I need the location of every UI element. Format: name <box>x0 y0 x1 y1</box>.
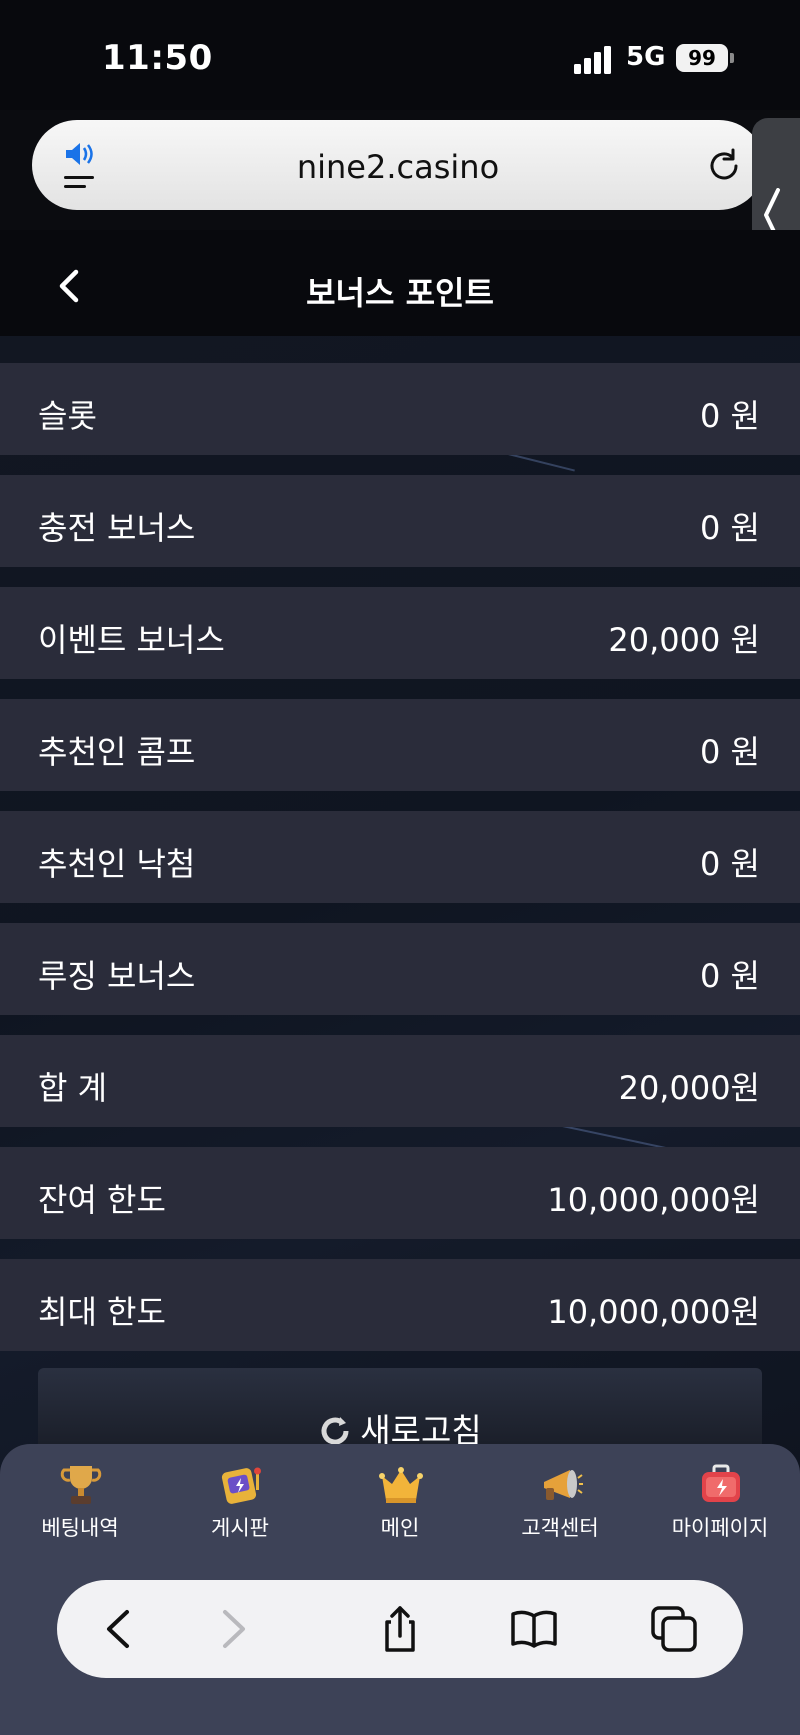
row-label: 잔여 한도 <box>38 1181 166 1219</box>
nav-customer-center[interactable]: 고객센터 <box>480 1444 640 1554</box>
nav-label: 메인 <box>380 1516 420 1540</box>
bonus-row-event: 이벤트 보너스 20,000 원 <box>0 587 800 679</box>
row-value: 0 원 <box>700 509 760 547</box>
bottom-navigation: 베팅내역 게시판 메인 고객센터 마이페이지 <box>0 1444 800 1735</box>
nav-label: 베팅내역 <box>41 1516 119 1540</box>
bonus-row-referral-comp: 추천인 콤프 0 원 <box>0 699 800 791</box>
bonus-row-losing: 루징 보너스 0 원 <box>0 923 800 1015</box>
row-value: 20,000원 <box>618 1069 760 1107</box>
nav-label: 게시판 <box>211 1516 269 1540</box>
browser-forward-icon[interactable] <box>207 1604 257 1654</box>
row-label: 추천인 콤프 <box>38 733 196 771</box>
url-text: nine2.casino <box>296 148 500 186</box>
network-type: 5G <box>626 42 666 72</box>
address-bar[interactable]: nine2.casino <box>32 120 764 210</box>
page-title: 보너스 포인트 <box>306 274 494 312</box>
tabs-icon[interactable] <box>649 1604 699 1654</box>
row-label: 합 계 <box>38 1069 108 1107</box>
bonus-row-total: 합 계 20,000원 <box>0 1035 800 1127</box>
bonus-row-referral-loss: 추천인 낙첨 0 원 <box>0 811 800 903</box>
reload-icon[interactable] <box>704 146 744 186</box>
browser-toolbar <box>57 1580 743 1678</box>
nav-label: 마이페이지 <box>671 1516 769 1540</box>
status-bar: 11:50 5G 99 <box>0 0 800 110</box>
bonus-row-max-limit: 최대 한도 10,000,000원 <box>0 1259 800 1351</box>
row-label: 슬롯 <box>38 397 97 435</box>
megaphone-icon <box>544 1470 583 1500</box>
row-value: 10,000,000원 <box>547 1293 760 1331</box>
browser-back-icon[interactable] <box>95 1604 145 1654</box>
nav-my-page[interactable]: 마이페이지 <box>640 1444 800 1554</box>
slot-machine-icon <box>221 1467 261 1504</box>
bonus-list: 슬롯 0 원 충전 보너스 0 원 이벤트 보너스 20,000 원 추천인 콤… <box>0 363 800 1371</box>
row-label: 최대 한도 <box>38 1293 166 1331</box>
trophy-icon <box>60 1466 102 1504</box>
bookmarks-icon[interactable] <box>509 1604 559 1654</box>
cellular-signal-icon <box>574 46 611 74</box>
bonus-row-remaining-limit: 잔여 한도 10,000,000원 <box>0 1147 800 1239</box>
nav-label: 고객센터 <box>521 1516 599 1540</box>
bonus-row-slot: 슬롯 0 원 <box>0 363 800 455</box>
refresh-icon <box>321 1417 349 1445</box>
row-value: 10,000,000원 <box>547 1181 760 1219</box>
crown-icon <box>379 1467 423 1503</box>
row-value: 20,000 원 <box>608 621 760 659</box>
battery-nub <box>730 53 734 63</box>
row-value: 0 원 <box>700 957 760 995</box>
nav-board[interactable]: 게시판 <box>160 1444 320 1554</box>
row-value: 0 원 <box>700 733 760 771</box>
row-label: 충전 보너스 <box>38 509 196 547</box>
row-label: 루징 보너스 <box>38 957 196 995</box>
row-value: 0 원 <box>700 845 760 883</box>
nav-betting-history[interactable]: 베팅내역 <box>0 1444 160 1554</box>
row-label: 이벤트 보너스 <box>38 621 225 659</box>
clock: 11:50 <box>102 38 213 78</box>
row-value: 0 원 <box>700 397 760 435</box>
share-icon[interactable] <box>375 1604 425 1654</box>
bonus-row-charge: 충전 보너스 0 원 <box>0 475 800 567</box>
nav-main[interactable]: 메인 <box>320 1444 480 1554</box>
row-label: 추천인 낙첨 <box>38 845 196 883</box>
first-aid-kit-icon <box>702 1464 740 1502</box>
page-header: 보너스 포인트 <box>0 230 800 336</box>
battery-icon: 99 <box>676 44 728 72</box>
